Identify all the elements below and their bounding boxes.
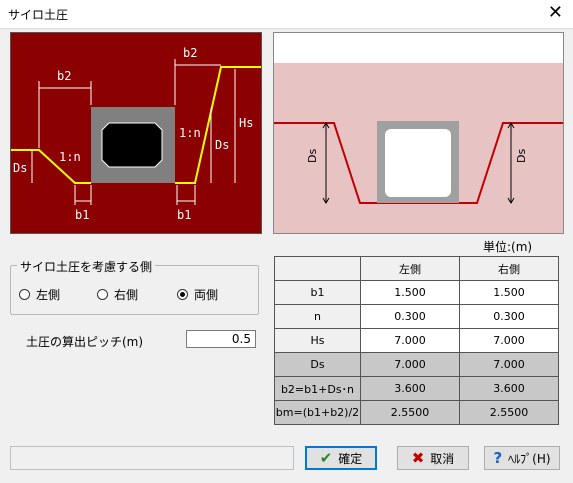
table-row: bm=(b1+b2)/2 2.5500 2.5500 bbox=[274, 400, 559, 425]
cancel-button[interactable]: ✖ 取消 bbox=[397, 446, 469, 470]
table-header-right: 右側 bbox=[459, 256, 559, 281]
parameter-table: 左側 右側 b1 1.500 1.500 n 0.300 0.300 Hs 7.… bbox=[274, 256, 559, 425]
row-label-b2: b2=b1+Ds･n bbox=[274, 376, 361, 401]
row-label-n: n bbox=[274, 304, 361, 329]
table-row: Hs 7.000 7.000 bbox=[274, 328, 559, 353]
label-b2-left: b2 bbox=[57, 69, 71, 83]
cell-b1-right[interactable]: 1.500 bbox=[459, 280, 559, 305]
row-label-hs: Hs bbox=[274, 328, 361, 353]
question-mark-icon: ? bbox=[493, 449, 503, 467]
unit-label: 単位:(m) bbox=[483, 240, 533, 254]
cancel-button-label: 取消 bbox=[430, 451, 455, 466]
radio-both-dot[interactable] bbox=[177, 289, 188, 300]
table-row: n 0.300 0.300 bbox=[274, 304, 559, 329]
cell-b2-left: 3.600 bbox=[360, 376, 460, 401]
status-bar bbox=[10, 446, 294, 470]
cell-n-left[interactable]: 0.300 bbox=[360, 304, 460, 329]
culvert-opening bbox=[385, 129, 451, 197]
cell-n-right[interactable]: 0.300 bbox=[459, 304, 559, 329]
pressure-diagram-svg: Ds Ds bbox=[274, 33, 563, 233]
radio-right-side[interactable]: 右側 bbox=[97, 286, 138, 303]
cell-hs-left[interactable]: 7.000 bbox=[360, 328, 460, 353]
radio-both-sides[interactable]: 両側 bbox=[177, 286, 218, 303]
culvert-opening bbox=[101, 122, 163, 168]
side-group-legend: サイロ土圧を考慮する側 bbox=[17, 258, 156, 275]
radio-right-dot[interactable] bbox=[97, 289, 108, 300]
radio-both-label: 両側 bbox=[194, 288, 219, 302]
cell-hs-right[interactable]: 7.000 bbox=[459, 328, 559, 353]
row-label-bm: bm=(b1+b2)/2 bbox=[274, 400, 361, 425]
silo-section-diagram: b2 b2 1:n 1:n Ds Ds Hs b1 b1 bbox=[10, 32, 262, 234]
silo-section-svg: b2 b2 1:n 1:n Ds Ds Hs b1 b1 bbox=[11, 46, 261, 222]
label-ds-right: Ds bbox=[515, 149, 528, 163]
radio-left-side[interactable]: 左側 bbox=[19, 286, 60, 303]
table-header-left: 左側 bbox=[360, 256, 460, 281]
label-slope-left: 1:n bbox=[59, 150, 81, 164]
label-hs: Hs bbox=[239, 116, 253, 130]
confirm-button[interactable]: ✔ 確定 bbox=[305, 446, 377, 470]
table-row: b1 1.500 1.500 bbox=[274, 280, 559, 305]
window-title: サイロ土圧 bbox=[8, 8, 69, 22]
cell-b2-right: 3.600 bbox=[459, 376, 559, 401]
label-ds-left: Ds bbox=[306, 149, 319, 163]
pitch-label: 土圧の算出ピッチ(m) bbox=[26, 335, 144, 349]
label-b2-right: b2 bbox=[183, 46, 197, 60]
table-row: b2=b1+Ds･n 3.600 3.600 bbox=[274, 376, 559, 401]
cell-ds-right: 7.000 bbox=[459, 352, 559, 377]
checkmark-icon: ✔ bbox=[319, 449, 333, 467]
help-button-label: ﾍﾙﾌﾟ(H) bbox=[508, 451, 551, 466]
label-ds-left: Ds bbox=[13, 161, 27, 175]
radio-right-label: 右側 bbox=[114, 288, 139, 302]
x-mark-icon: ✖ bbox=[411, 449, 425, 467]
table-header-corner bbox=[274, 256, 361, 281]
close-icon[interactable]: ✕ bbox=[548, 3, 563, 23]
radio-left-label: 左側 bbox=[36, 288, 61, 302]
pitch-input[interactable] bbox=[186, 330, 256, 348]
table-row: Ds 7.000 7.000 bbox=[274, 352, 559, 377]
radio-left-dot[interactable] bbox=[19, 289, 30, 300]
label-b1-right: b1 bbox=[177, 208, 191, 222]
title-bar: サイロ土圧 ✕ bbox=[0, 0, 573, 29]
pressure-diagram: Ds Ds bbox=[273, 32, 564, 234]
cell-bm-left: 2.5500 bbox=[360, 400, 460, 425]
side-selection-group: サイロ土圧を考慮する側 左側 右側 両側 bbox=[10, 258, 259, 315]
cell-bm-right: 2.5500 bbox=[459, 400, 559, 425]
cell-ds-left: 7.000 bbox=[360, 352, 460, 377]
label-slope-right: 1:n bbox=[179, 126, 201, 140]
table-header-row: 左側 右側 bbox=[274, 256, 559, 281]
label-ds-right: Ds bbox=[215, 138, 229, 152]
row-label-ds: Ds bbox=[274, 352, 361, 377]
cell-b1-left[interactable]: 1.500 bbox=[360, 280, 460, 305]
label-b1-left: b1 bbox=[75, 208, 89, 222]
row-label-b1: b1 bbox=[274, 280, 361, 305]
confirm-button-label: 確定 bbox=[338, 451, 363, 466]
help-button[interactable]: ? ﾍﾙﾌﾟ(H) bbox=[484, 446, 560, 470]
